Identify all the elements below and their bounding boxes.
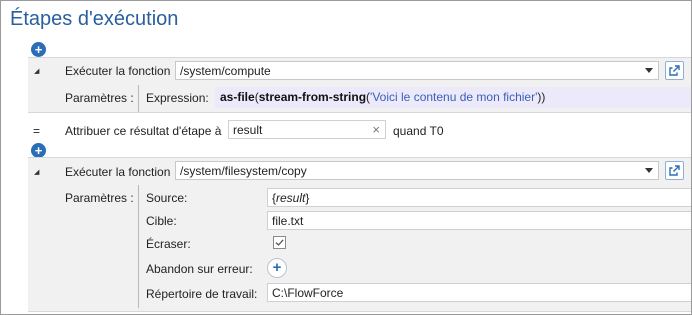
assign-label: Attribuer ce résultat d'étape à bbox=[65, 124, 222, 138]
repertoire-value: C:\FlowForce bbox=[272, 286, 344, 300]
page-title: Étapes d'exécution bbox=[10, 8, 179, 30]
add-step-button-middle[interactable]: + bbox=[31, 143, 46, 158]
cible-input[interactable]: file.txt bbox=[267, 211, 691, 230]
add-abandon-handler-button[interactable]: + bbox=[267, 258, 287, 278]
assign-symbol: = bbox=[33, 124, 41, 138]
cible-value: file.txt bbox=[272, 214, 304, 228]
function-select[interactable]: /system/filesystem/copy bbox=[175, 161, 659, 180]
repertoire-label: Répertoire de travail: bbox=[146, 287, 258, 301]
open-function-button[interactable] bbox=[665, 161, 684, 180]
ecraser-checkbox[interactable] bbox=[273, 236, 286, 249]
chevron-down-icon bbox=[645, 168, 653, 173]
params-label: Paramètres : bbox=[65, 191, 134, 205]
source-input[interactable]: {result} bbox=[267, 188, 691, 207]
params-divider bbox=[138, 85, 139, 112]
ecraser-label: Écraser: bbox=[146, 237, 191, 251]
cible-label: Cible: bbox=[146, 214, 177, 228]
expression-label: Expression: bbox=[146, 91, 209, 105]
assign-result-input[interactable]: result × bbox=[228, 120, 386, 139]
expression-fn-as-file: as-file bbox=[220, 90, 255, 104]
execution-steps-panel: Étapes d'exécution + ◢ Exécuter la fonct… bbox=[0, 0, 692, 315]
expression-paren-close: )) bbox=[537, 90, 546, 104]
assign-condition-label: quand T0 bbox=[393, 124, 444, 138]
params-divider bbox=[138, 185, 139, 308]
function-select[interactable]: /system/compute bbox=[175, 61, 659, 80]
open-function-button[interactable] bbox=[665, 61, 684, 80]
assign-result-value: result bbox=[233, 123, 263, 137]
repertoire-input[interactable]: C:\FlowForce bbox=[267, 283, 691, 302]
collapse-icon[interactable]: ◢ bbox=[34, 168, 39, 176]
add-step-button-top[interactable]: + bbox=[31, 42, 46, 57]
abandon-label: Abandon sur erreur: bbox=[146, 262, 253, 276]
source-variable: result bbox=[276, 191, 306, 205]
execute-function-label: Exécuter la fonction bbox=[65, 64, 171, 78]
source-brace-close: } bbox=[305, 191, 310, 205]
clear-icon[interactable]: × bbox=[372, 122, 380, 137]
execute-function-label: Exécuter la fonction bbox=[65, 165, 171, 179]
collapse-icon[interactable]: ◢ bbox=[34, 67, 39, 75]
expression-input[interactable]: as-file(stream-from-string('Voici le con… bbox=[215, 87, 691, 108]
check-icon bbox=[275, 239, 284, 246]
expression-fn-stream-from-string: stream-from-string bbox=[258, 90, 367, 104]
external-link-icon bbox=[669, 165, 680, 176]
params-label: Paramètres : bbox=[65, 91, 134, 105]
external-link-icon bbox=[669, 65, 680, 76]
function-select-value: /system/filesystem/copy bbox=[180, 164, 307, 178]
function-select-value: /system/compute bbox=[180, 64, 271, 78]
expression-string-literal: 'Voici le contenu de mon fichier' bbox=[370, 90, 538, 104]
source-label: Source: bbox=[146, 191, 188, 205]
chevron-down-icon bbox=[645, 68, 653, 73]
